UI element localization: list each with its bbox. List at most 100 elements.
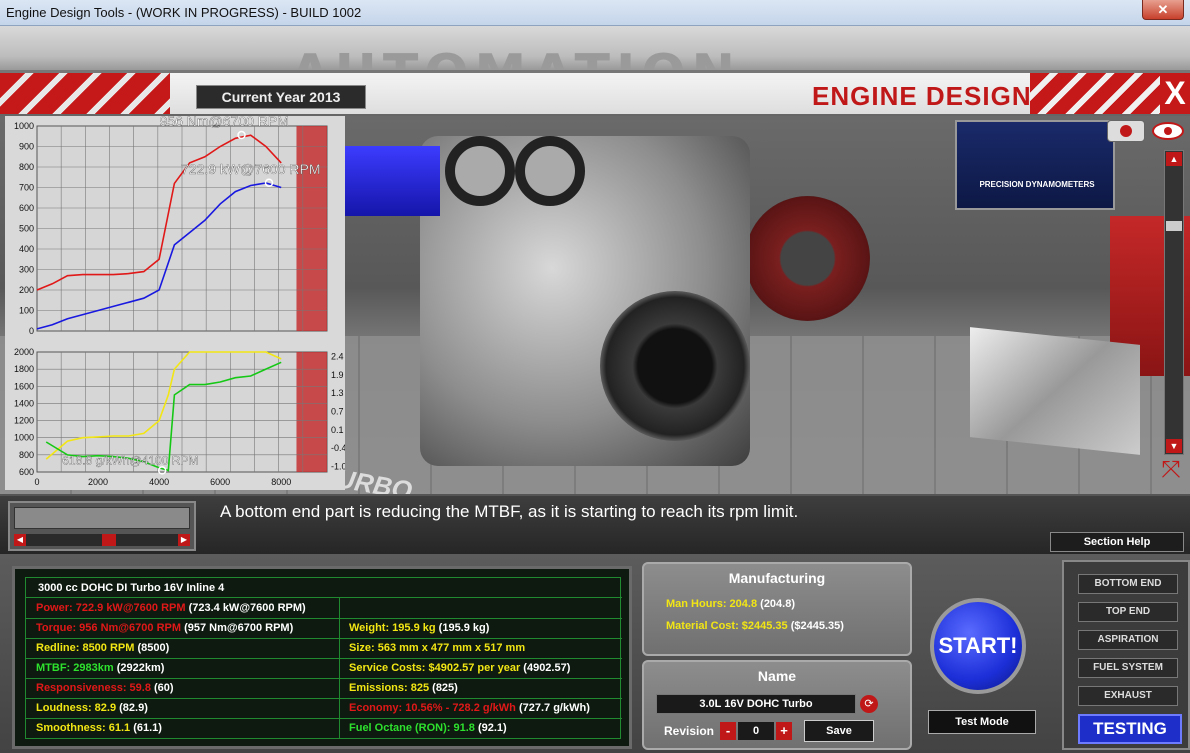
window-titlebar: Engine Design Tools - (WORK IN PROGRESS)… <box>0 0 1190 26</box>
mini-slider-panel: ◀ ▶ <box>8 501 196 551</box>
y2-tick-label: 0.1 <box>331 425 344 435</box>
stat-value: Economy: 10.56% - 728.2 g/kWh <box>349 702 516 714</box>
revision-label: Revision <box>664 724 715 738</box>
section-tabs: BOTTOM END TOP END ASPIRATION FUEL SYSTE… <box>1062 560 1190 750</box>
y2-tick-label: 1.3 <box>331 388 344 398</box>
y-tick-label: 1800 <box>14 364 34 374</box>
y-tick-label: 1000 <box>14 433 34 443</box>
scroll-thumb[interactable] <box>1166 221 1182 231</box>
start-button[interactable]: START! <box>930 598 1026 694</box>
y-tick-label: 100 <box>19 306 34 316</box>
backdrop-logo-area: AUTOMATION <box>0 26 1190 104</box>
y-tick-label: 1600 <box>14 381 34 391</box>
eye-icon[interactable] <box>1152 122 1184 140</box>
revision-decrement-button[interactable]: - <box>720 722 736 740</box>
cam-pulley-right <box>515 136 585 206</box>
stat-previous: (195.9 kg) <box>435 622 490 634</box>
dyno-fan <box>745 196 870 321</box>
header-banner: Current Year 2013 ENGINE DESIGN X <box>0 70 1190 116</box>
stat-previous: (92.1) <box>474 722 507 734</box>
tab-fuel-system[interactable]: FUEL SYSTEM <box>1078 658 1178 678</box>
material-cost-row: Material Cost: $2445.35 ($2445.35) <box>666 620 844 632</box>
mini-slider-thumb[interactable] <box>102 534 116 546</box>
man-hours-prev: (204.8) <box>760 598 796 610</box>
y-tick-label: 900 <box>19 142 34 152</box>
y-tick-label: 1000 <box>14 121 34 131</box>
poster-text: PRECISION DYNAMOMETERS <box>979 180 1095 189</box>
bottom-panel: 3000 cc DOHC DI Turbo 16V Inline 4 Power… <box>0 554 1190 753</box>
stat-row: Redline: 8500 RPM (8500) <box>36 638 169 658</box>
reset-name-icon[interactable]: ⟳ <box>860 695 878 713</box>
man-hours: Man Hours: 204.8 <box>666 598 758 610</box>
stat-value: Emissions: 825 <box>349 682 430 694</box>
tab-aspiration[interactable]: ASPIRATION <box>1078 630 1178 650</box>
test-mode-button[interactable]: Test Mode <box>928 710 1036 734</box>
stat-value: Torque: 956 Nm@6700 RPM <box>36 622 182 634</box>
y-tick-label: 2000 <box>14 347 34 357</box>
fuel-tank <box>970 327 1140 455</box>
save-button[interactable]: Save <box>804 720 874 742</box>
stat-value: Loudness: 82.9 <box>36 702 117 714</box>
section-help-button[interactable]: Section Help <box>1050 532 1184 552</box>
stat-row: Service Costs: $4902.57 per year (4902.5… <box>349 658 570 678</box>
peak-annotation: 722.9 kW@7600 RPM <box>181 161 321 177</box>
stat-row: Power: 722.9 kW@7600 RPM (723.4 kW@7600 … <box>36 598 306 618</box>
manufacturing-panel: Manufacturing Man Hours: 204.8 (204.8) M… <box>642 562 912 656</box>
y2-tick-label: -0.4 <box>331 443 345 453</box>
stat-previous: (727.7 g/kWh) <box>515 702 590 714</box>
revision-value: 0 <box>738 722 774 740</box>
y2-tick-label: 1.9 <box>331 370 344 380</box>
x-tick-label: 6000 <box>210 477 230 487</box>
y-tick-label: 300 <box>19 265 34 275</box>
testing-button[interactable]: TESTING <box>1078 714 1182 744</box>
y-tick-label: 1400 <box>14 398 34 408</box>
banner-stripes-right <box>1030 73 1160 114</box>
tab-bottom-end[interactable]: BOTTOM END <box>1078 574 1178 594</box>
scroll-down-icon[interactable]: ▼ <box>1166 439 1182 453</box>
stat-value: Smoothness: 61.1 <box>36 722 131 734</box>
camera-icon[interactable] <box>1107 120 1145 142</box>
dyno-charts: 0 100 200 300 400 500 600 700 800 900 1000 956 Nm@6… <box>14 116 345 487</box>
y-tick-label: 400 <box>19 244 34 254</box>
y-tick-label: 800 <box>19 162 34 172</box>
stat-row: MTBF: 2983km (2922km) <box>36 658 164 678</box>
stat-previous: (4902.57) <box>520 662 571 674</box>
y2-tick-label: -1.0 <box>331 462 345 472</box>
banner-stripes-left <box>0 73 170 114</box>
window-close-button[interactable]: ✕ <box>1142 0 1184 20</box>
stat-previous: (723.4 kW@7600 RPM) <box>185 602 306 614</box>
turbocharger <box>600 291 750 441</box>
zoom-scrollbar[interactable]: ▲ ▼ <box>1164 150 1184 455</box>
stat-value: Fuel Octane (RON): 91.8 <box>349 722 475 734</box>
stat-row: Weight: 195.9 kg (195.9 kg) <box>349 618 489 638</box>
revision-increment-button[interactable]: + <box>776 722 792 740</box>
y2-tick-label: 2.4 <box>331 352 344 362</box>
stat-value: Service Costs: $4902.57 per year <box>349 662 521 674</box>
mini-screen <box>14 507 190 529</box>
x-tick-label: 0 <box>34 477 39 487</box>
peak-annotation: 618.8 g/kWh@4100 RPM <box>62 453 198 467</box>
status-message: A bottom end part is reducing the MTBF, … <box>220 502 799 521</box>
stat-value: Size: 563 mm x 477 mm x 517 mm <box>349 642 526 654</box>
x-tick-label: 2000 <box>88 477 108 487</box>
mini-slider-track[interactable]: ◀ ▶ <box>14 534 190 546</box>
expand-view-icon[interactable]: ⤧ <box>1156 458 1186 484</box>
intake-manifold <box>345 146 440 216</box>
slider-right-icon[interactable]: ▶ <box>178 534 190 546</box>
slider-left-icon[interactable]: ◀ <box>14 534 26 546</box>
engine-name-input[interactable] <box>656 694 856 714</box>
stat-value: MTBF: 2983km <box>36 662 114 674</box>
tab-exhaust[interactable]: EXHAUST <box>1078 686 1178 706</box>
close-button[interactable]: X <box>1160 73 1190 114</box>
dyno-charts-panel: 0 100 200 300 400 500 600 700 800 900 1000 956 Nm@6… <box>5 116 345 490</box>
tab-top-end[interactable]: TOP END <box>1078 602 1178 622</box>
stat-previous: (82.9) <box>116 702 148 714</box>
stat-row: Loudness: 82.9 (82.9) <box>36 698 148 718</box>
stat-previous: (61.1) <box>130 722 162 734</box>
engine-name-header: 3000 cc DOHC DI Turbo 16V Inline 4 <box>26 578 622 598</box>
scroll-up-icon[interactable]: ▲ <box>1166 152 1182 166</box>
stat-row: Responsiveness: 59.8 (60) <box>36 678 174 698</box>
stats-panel: 3000 cc DOHC DI Turbo 16V Inline 4 Power… <box>12 566 632 749</box>
y-tick-label: 600 <box>19 467 34 477</box>
y-tick-label: 500 <box>19 224 34 234</box>
